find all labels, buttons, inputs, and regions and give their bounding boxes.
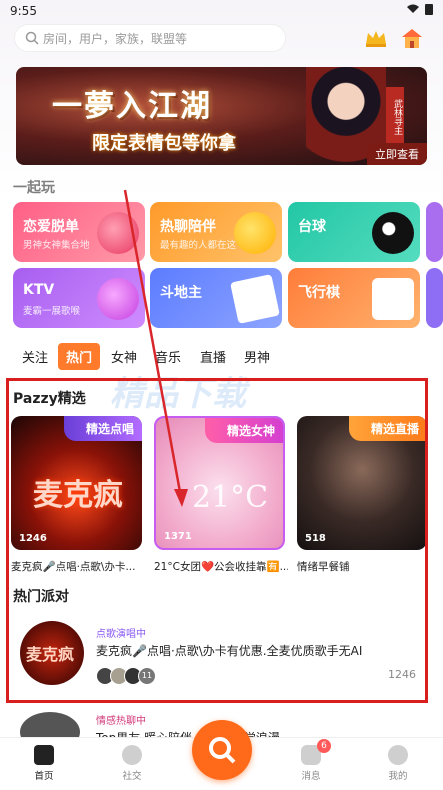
banner-title: 一夢入江湖 <box>52 89 212 124</box>
game-card-name: 飞行棋 <box>298 285 340 301</box>
banner-cta-button[interactable]: 立即查看 <box>367 143 427 165</box>
game-card-partial-2[interactable] <box>426 268 443 328</box>
game-card-name: 恋爱脱单 <box>23 219 79 235</box>
wifi-icon <box>407 4 419 13</box>
game-card-name: 台球 <box>298 219 326 235</box>
tab-live[interactable]: 直播 <box>200 347 226 366</box>
search-placeholder: 房间，用户，家族，联盟等 <box>43 31 188 46</box>
banner-seal: 武林寻主 <box>386 87 404 147</box>
profile-icon <box>388 745 408 765</box>
crown-icon[interactable] <box>362 24 390 52</box>
compass-icon <box>122 745 142 765</box>
nav-messages-label: 消息 <box>301 771 321 782</box>
status-time: 9:55 <box>10 4 37 18</box>
nav-me[interactable]: 我的 <box>373 745 423 782</box>
game-card-partial-1[interactable] <box>426 202 443 262</box>
home-icon <box>34 745 54 765</box>
tab-hot[interactable]: 热门 <box>58 343 101 370</box>
family-house-icon[interactable] <box>398 24 426 52</box>
highlight-box <box>6 378 428 703</box>
nav-social[interactable]: 社交 <box>107 745 157 782</box>
tab-follow[interactable]: 关注 <box>22 347 48 366</box>
nav-me-label: 我的 <box>388 771 408 782</box>
search-input[interactable]: 房间，用户，家族，联盟等 <box>14 24 286 52</box>
emoji-bubble-icon <box>234 212 276 254</box>
game-card-billiards[interactable]: 台球 <box>288 202 420 262</box>
create-room-button[interactable] <box>192 720 252 780</box>
dice-icon <box>372 278 414 320</box>
game-card-sub: 麦霸一展歌喉 <box>23 306 81 317</box>
section-title-play: 一起玩 <box>13 180 55 196</box>
nav-social-label: 社交 <box>122 771 142 782</box>
annotation-arrow <box>123 189 188 507</box>
messages-badge: 6 <box>317 739 331 753</box>
nav-home-label: 首页 <box>34 771 54 782</box>
game-card-name: KTV <box>23 282 55 298</box>
search-icon <box>25 31 39 45</box>
game-card-ludo[interactable]: 飞行棋 <box>288 268 420 328</box>
status-bar: 9:55 <box>0 0 443 22</box>
tab-male-god[interactable]: 男神 <box>244 347 270 366</box>
game-card-sub: 男神女神集合地 <box>23 240 90 251</box>
playing-cards-icon <box>230 274 280 324</box>
magnifier-icon <box>209 737 236 764</box>
status-icons <box>407 3 433 15</box>
banner-subtitle: 限定表情包等你拿 <box>92 133 236 154</box>
promo-banner[interactable]: 一夢入江湖 限定表情包等你拿 武林寻主 立即查看 <box>16 67 427 165</box>
party-tag: 情感热聊中 <box>96 716 146 727</box>
battery-icon <box>425 4 433 15</box>
nav-home[interactable]: 首页 <box>19 745 69 782</box>
billiard-ball-icon <box>372 212 414 254</box>
